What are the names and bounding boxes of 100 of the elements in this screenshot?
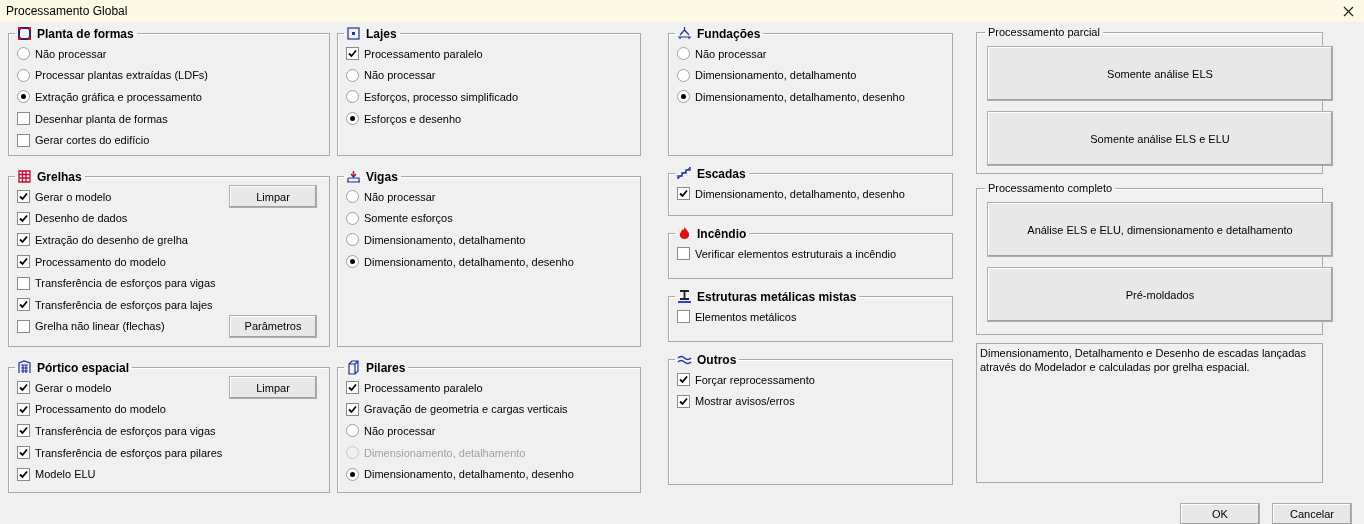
radio-button[interactable] — [677, 68, 690, 82]
option-label: Gerar o modelo — [35, 190, 112, 203]
checkbox[interactable] — [17, 467, 30, 481]
radio-button[interactable] — [346, 467, 359, 481]
radio-button[interactable] — [346, 90, 359, 104]
checkbox[interactable] — [17, 298, 30, 312]
stairs-icon — [677, 166, 692, 181]
option-label: Gravação de geometria e cargas verticais — [364, 403, 568, 416]
option-label: Não processar — [35, 47, 107, 60]
checkbox[interactable] — [17, 402, 30, 416]
slab-icon — [346, 26, 361, 41]
checkbox[interactable] — [17, 381, 30, 395]
beam-grid-icon — [17, 169, 32, 184]
frame-icon — [17, 26, 32, 41]
group-title: Planta de formas — [37, 26, 134, 41]
building-icon — [17, 360, 32, 375]
option-label: Gerar cortes do edifício — [35, 134, 150, 147]
option-label: Dimensionamento, detalhamento, desenho — [695, 187, 905, 200]
process-button[interactable]: Análise ELS e ELU, dimensionamento e detalhamento — [987, 202, 1333, 257]
option-label: Extração do desenho de grelha — [35, 234, 188, 246]
option-label: Somente esforços — [364, 212, 453, 225]
option-label: Processar plantas extraídas (LDFs) — [35, 69, 208, 82]
cancel-button[interactable]: Cancelar — [1272, 503, 1352, 524]
radio-button[interactable] — [346, 190, 359, 204]
option-label: Processamento paralelo — [364, 381, 483, 394]
checkbox[interactable] — [677, 310, 690, 324]
description-text: Dimensionamento, Detalhamento e Desenho de escadas lançadas através do Modelador e calculadas por grelha espacial. — [980, 347, 1306, 373]
radio-button[interactable] — [677, 47, 690, 61]
action-button[interactable]: Parâmetros — [229, 314, 317, 338]
option-label: Gerar o modelo — [35, 381, 112, 394]
radio-button[interactable] — [346, 112, 359, 126]
checkbox[interactable] — [677, 247, 690, 261]
radio-button[interactable] — [17, 47, 30, 61]
process-button[interactable]: Pré-moldados — [987, 267, 1333, 322]
checkbox[interactable] — [17, 424, 30, 438]
radio-button[interactable] — [346, 211, 359, 225]
radio-button[interactable] — [346, 233, 359, 247]
checkbox[interactable] — [17, 276, 30, 290]
checkbox[interactable] — [17, 112, 30, 126]
radio-button[interactable] — [17, 68, 30, 82]
checkbox[interactable] — [17, 446, 30, 460]
group-title: Fundações — [697, 26, 761, 41]
option-label: Esforços, processo simplificado — [364, 91, 519, 103]
option-label: Transferência de esforços para vigas — [35, 425, 216, 437]
group-title: Estruturas metálicas mistas — [697, 289, 857, 304]
checkbox[interactable] — [17, 133, 30, 147]
option-label: Desenhar planta de formas — [35, 112, 168, 125]
group-title: Grelhas — [37, 169, 82, 184]
group-title: Vigas — [366, 169, 398, 184]
option-label: Esforços e desenho — [364, 112, 462, 125]
option-label: Grelha não linear (flechas) — [35, 320, 165, 333]
beam-icon — [346, 169, 361, 184]
option-label: Não processar — [364, 425, 436, 437]
option-label: Transferência de esforços para lajes — [35, 298, 213, 311]
checkbox[interactable] — [17, 233, 30, 247]
option-label: Desenho de dados — [35, 212, 128, 225]
checkbox[interactable] — [17, 255, 30, 269]
option-label: Forçar reprocessamento — [695, 373, 815, 386]
ok-button[interactable]: OK — [1180, 503, 1260, 524]
option-label: Elementos metálicos — [695, 310, 797, 323]
radio-button[interactable] — [346, 68, 359, 82]
group-title: Outros — [697, 352, 737, 367]
checkbox[interactable] — [677, 187, 690, 201]
option-label: Transferência de esforços para vigas — [35, 277, 216, 290]
option-label: Dimensionamento, detalhamento, desenho — [364, 255, 574, 268]
action-button[interactable]: Limpar — [229, 185, 317, 209]
checkbox[interactable] — [346, 402, 359, 416]
option-label: Dimensionamento, detalhamento — [695, 69, 857, 82]
option-label: Dimensionamento, detalhamento — [364, 234, 526, 246]
checkbox[interactable] — [677, 373, 690, 387]
process-button[interactable]: Somente análise ELS e ELU — [987, 111, 1333, 166]
option-label: Não processar — [364, 190, 436, 203]
option-label: Mostrar avisos/erros — [695, 395, 795, 408]
group-title: Pórtico espacial — [37, 360, 130, 375]
option-label: Não processar — [364, 69, 436, 82]
radio-button[interactable] — [346, 424, 359, 438]
checkbox[interactable] — [17, 211, 30, 225]
process-button[interactable]: Somente análise ELS — [987, 46, 1333, 101]
option-label: Dimensionamento, detalhamento, desenho — [364, 468, 574, 481]
group-title: Pilares — [366, 360, 406, 375]
option-label: Processamento do modelo — [35, 403, 166, 416]
fire-icon — [677, 226, 692, 241]
checkbox[interactable] — [346, 47, 359, 61]
action-button[interactable]: Limpar — [229, 376, 317, 400]
checkbox[interactable] — [17, 190, 30, 204]
group-title: Incêndio — [697, 226, 747, 241]
close-icon[interactable] — [1343, 5, 1354, 17]
foundation-icon — [677, 26, 692, 41]
option-label: Extração gráfica e processamento — [35, 91, 202, 103]
option-label: Modelo ELU — [35, 468, 96, 481]
checkbox[interactable] — [677, 394, 690, 408]
radio-button[interactable] — [677, 90, 690, 104]
radio-button[interactable] — [17, 90, 30, 104]
group-title: Lajes — [366, 26, 397, 41]
steel-beam-icon — [677, 289, 692, 304]
radio-button[interactable] — [346, 255, 359, 269]
checkbox[interactable] — [346, 381, 359, 395]
column-icon — [346, 360, 361, 375]
checkbox[interactable] — [17, 319, 30, 333]
group-title: Escadas — [697, 166, 746, 181]
